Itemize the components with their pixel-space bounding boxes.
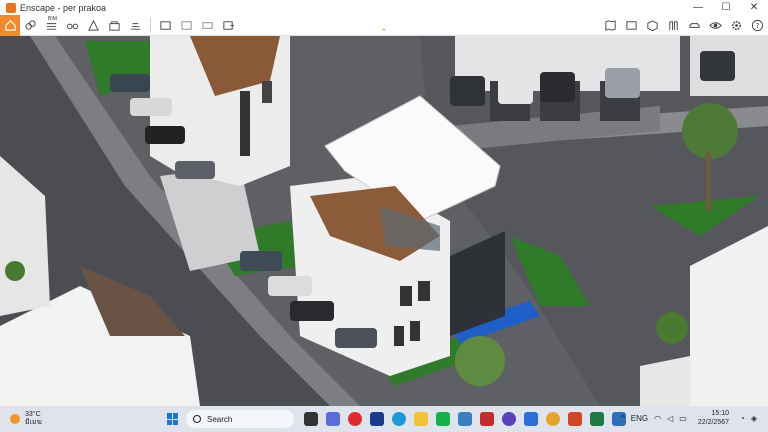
screenshot-icon: [160, 20, 171, 30]
task-view-icon[interactable]: [304, 412, 318, 426]
batch-render-icon: [181, 20, 192, 30]
start-button[interactable]: [167, 413, 179, 425]
copilot-icon[interactable]: ◈: [751, 414, 757, 423]
acrobat-icon[interactable]: [480, 412, 494, 426]
taskbar-search[interactable]: Search: [186, 410, 294, 428]
render-scene: [0, 36, 768, 406]
section-icon: [669, 21, 678, 31]
chrome-icon[interactable]: [546, 412, 560, 426]
orthographic-button[interactable]: [643, 16, 662, 35]
clock[interactable]: 15:10 22/2/2567: [698, 409, 729, 427]
bim-label: BIM: [48, 16, 57, 22]
windows-logo-icon: [173, 419, 178, 425]
weather-temperature: 33°C: [25, 411, 41, 418]
batch-render-button[interactable]: [177, 16, 196, 35]
windows-logo-icon: [167, 413, 172, 419]
video-editor-icon: [202, 21, 213, 29]
atmosphere-button[interactable]: [84, 16, 103, 35]
system-tray: ^ ENG ◠ ◁ ▭ 15:10 22/2/2567 ◔ ◈: [618, 409, 760, 427]
window-title: Enscape - per prakoa: [20, 2, 107, 13]
toolbar-right-group: ?: [600, 15, 768, 36]
objects-button[interactable]: [685, 16, 704, 35]
teams-icon[interactable]: [326, 412, 340, 426]
screenshot-button[interactable]: [156, 16, 175, 35]
binoculars-button[interactable]: [63, 16, 82, 35]
line-icon[interactable]: [436, 412, 450, 426]
eye-icon: [709, 22, 722, 29]
asset-library-icon: [109, 20, 120, 31]
visibility-button[interactable]: [706, 16, 725, 35]
map-button[interactable]: [601, 16, 620, 35]
home-icon: [4, 19, 16, 31]
app-icon[interactable]: [524, 412, 538, 426]
settings-button[interactable]: [727, 16, 746, 35]
edge-icon[interactable]: [392, 412, 406, 426]
gear-icon: [732, 21, 741, 30]
help-button[interactable]: ?: [748, 16, 767, 35]
material-editor-button[interactable]: [126, 16, 145, 35]
section-button[interactable]: [664, 16, 683, 35]
windows-logo-icon: [173, 413, 178, 419]
excel-icon[interactable]: [590, 412, 604, 426]
launcher-icon[interactable]: [370, 412, 384, 426]
export-icon: [223, 20, 235, 30]
enscape-app-icon[interactable]: [458, 412, 472, 426]
powerpoint-icon[interactable]: [568, 412, 582, 426]
asset-library-button[interactable]: [105, 16, 124, 35]
clock-date: 22/2/2567: [697, 419, 729, 426]
help-icon: ?: [751, 19, 764, 32]
render-viewport[interactable]: [0, 36, 768, 406]
binoculars-icon: [66, 23, 79, 29]
views-button[interactable]: [622, 16, 641, 35]
cube-icon: [647, 20, 658, 32]
search-placeholder: Search: [207, 414, 233, 424]
windows-taskbar: 33°C มีเมฆ Search ^ ENG ◠ ◁ ▭ 15:10 22/2…: [0, 406, 768, 432]
opera-icon[interactable]: [348, 412, 362, 426]
weather-sun-icon: [10, 414, 20, 424]
clock-time: 15:10: [711, 410, 729, 417]
map-icon: [605, 20, 616, 31]
search-icon: [193, 415, 201, 423]
language-indicator[interactable]: ENG: [631, 414, 648, 423]
chevron-up-icon[interactable]: ^: [621, 414, 625, 423]
svg-text:?: ?: [756, 21, 760, 30]
messenger-icon[interactable]: [502, 412, 516, 426]
notification-bell-icon[interactable]: ◔: [740, 414, 745, 423]
weather-description: มีเมฆ: [25, 419, 42, 426]
file-explorer-icon[interactable]: [414, 412, 428, 426]
windows-logo-icon: [167, 419, 172, 425]
views-icon: [626, 21, 637, 30]
toolbar-separator: [150, 18, 151, 32]
material-icon: [130, 22, 141, 30]
sync-views-button[interactable]: [21, 16, 40, 35]
video-editor-button[interactable]: [198, 16, 217, 35]
volume-icon[interactable]: ◁: [667, 414, 673, 423]
wifi-icon[interactable]: ◠: [654, 414, 661, 423]
minimize-button[interactable]: —: [684, 0, 712, 15]
enscape-logo-icon: [6, 2, 16, 13]
atmosphere-icon: [88, 19, 99, 31]
window-controls: — ☐ ✕: [684, 0, 768, 15]
export-button[interactable]: [219, 16, 238, 35]
weather-text: 33°C มีเมฆ: [25, 411, 42, 427]
maximize-button[interactable]: ☐: [712, 0, 740, 15]
title-bar: Enscape - per prakoa — ☐ ✕: [0, 0, 768, 15]
battery-icon[interactable]: ▭: [679, 414, 687, 423]
close-button[interactable]: ✕: [740, 0, 768, 15]
home-button[interactable]: [0, 14, 20, 36]
pinned-apps: [300, 410, 630, 428]
car-icon: [689, 23, 700, 28]
sync-icon: [25, 19, 36, 30]
weather-widget[interactable]: 33°C มีเมฆ: [10, 411, 90, 427]
